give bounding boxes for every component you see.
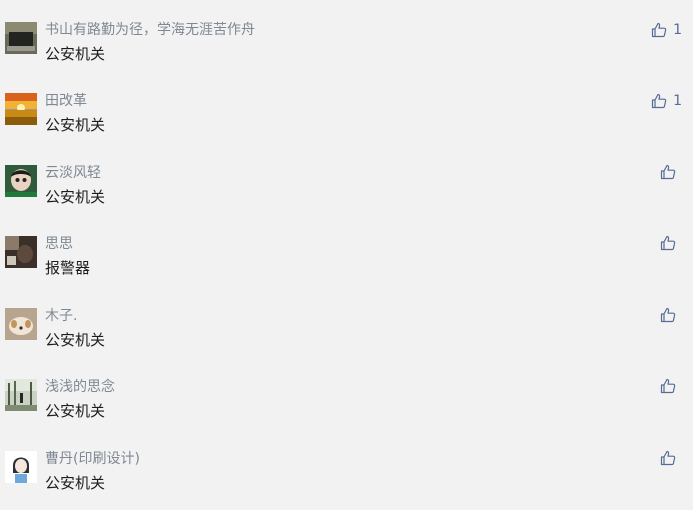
comment-text: 公安机关 — [45, 188, 106, 206]
commenter-name[interactable]: 云淡风轻 — [45, 164, 101, 182]
like-button[interactable] — [660, 307, 682, 323]
thumbs-up-icon — [651, 22, 667, 38]
like-button[interactable]: 1 — [651, 21, 682, 39]
comment-text: 公安机关 — [45, 402, 106, 420]
like-button[interactable] — [660, 378, 682, 394]
like-button[interactable] — [660, 450, 682, 466]
comment-item: 云淡风轻 公安机关 — [0, 164, 693, 224]
like-count: 1 — [673, 93, 682, 109]
dog-photo-avatar[interactable] — [5, 308, 37, 340]
comment-text: 公安机关 — [45, 474, 106, 492]
commenter-name[interactable]: 思思 — [45, 235, 73, 253]
like-count: 1 — [673, 22, 682, 38]
dark-photo-avatar[interactable] — [5, 236, 37, 268]
comment-text: 报警器 — [45, 259, 91, 277]
thumbs-up-icon — [660, 307, 676, 323]
laptop-photo-avatar[interactable] — [5, 22, 37, 54]
thumbs-up-icon — [660, 450, 676, 466]
commenter-name[interactable]: 田改革 — [45, 92, 87, 110]
commenter-name[interactable]: 曹丹(印刷设计) — [45, 450, 140, 468]
sunset-photo-avatar[interactable] — [5, 93, 37, 125]
park-photo-avatar[interactable] — [5, 379, 37, 411]
thumbs-up-icon — [660, 164, 676, 180]
comment-text: 公安机关 — [45, 116, 106, 134]
cartoon-girl-avatar[interactable] — [5, 451, 37, 483]
comment-item: 木子. 公安机关 — [0, 307, 693, 367]
commenter-name[interactable]: 木子. — [45, 307, 77, 325]
comment-text: 公安机关 — [45, 331, 106, 349]
commenter-name[interactable]: 浅浅的思念 — [45, 378, 115, 396]
comment-item: 思思 报警器 — [0, 235, 693, 295]
like-button[interactable]: 1 — [651, 92, 682, 110]
comment-item: 田改革 公安机关 1 — [0, 92, 693, 152]
thumbs-up-icon — [660, 378, 676, 394]
comment-item: 浅浅的思念 公安机关 — [0, 378, 693, 438]
comment-item: 曹丹(印刷设计) 公安机关 — [0, 450, 693, 510]
thumbs-up-icon — [651, 93, 667, 109]
child-photo-avatar[interactable] — [5, 165, 37, 197]
commenter-name[interactable]: 书山有路勤为径，学海无涯苦作舟 — [45, 21, 255, 39]
comment-text: 公安机关 — [45, 45, 106, 63]
comment-item: 书山有路勤为径，学海无涯苦作舟 公安机关 1 — [0, 21, 693, 81]
like-button[interactable] — [660, 164, 682, 180]
thumbs-up-icon — [660, 235, 676, 251]
like-button[interactable] — [660, 235, 682, 251]
